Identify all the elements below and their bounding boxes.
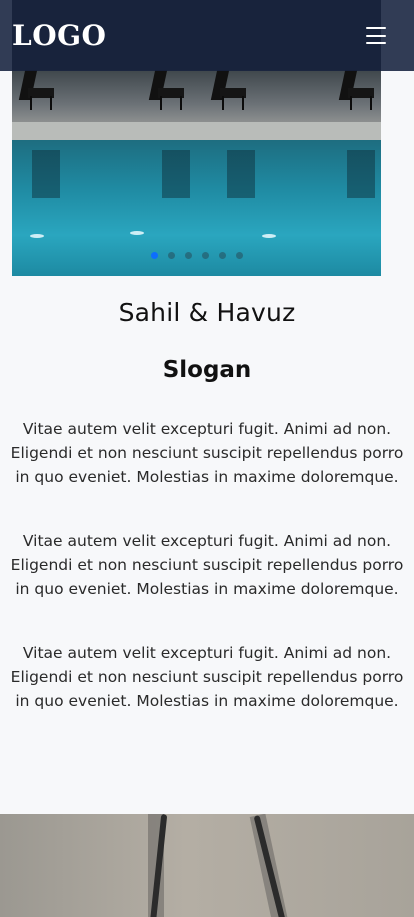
carousel-indicator[interactable] [235, 252, 243, 259]
reflection [227, 150, 255, 198]
carousel-indicator[interactable] [184, 252, 192, 259]
description-paragraph: Vitae autem velit excepturi fugit. Animi… [10, 644, 404, 710]
description-paragraph: Vitae autem velit excepturi fugit. Animi… [10, 420, 404, 486]
section-title: Sahil & Havuz [118, 298, 296, 327]
pool-edge [12, 122, 381, 140]
main-content: Sahil & Havuz Slogan Vitae autem velit e… [0, 276, 414, 713]
lounger-image [18, 70, 54, 110]
site-logo[interactable]: LOGO [12, 19, 106, 52]
lounger-image [210, 70, 246, 110]
reflection [162, 150, 190, 198]
pool-ladder-image [0, 814, 414, 917]
lounger-image [338, 70, 374, 110]
hamburger-menu-icon[interactable] [366, 27, 386, 44]
reflection [347, 150, 375, 198]
water-glint [30, 234, 44, 238]
carousel-indicator[interactable] [167, 252, 175, 259]
lounger-image [148, 70, 184, 110]
site-header: LOGO [0, 0, 414, 71]
carousel-indicators [150, 252, 243, 259]
section-slogan: Slogan [162, 357, 252, 383]
description-paragraph: Vitae autem velit excepturi fugit. Animi… [10, 532, 404, 598]
page: LOGO Sahil & Havuz Slogan Vitae autem ve… [0, 0, 414, 917]
water-glint [262, 234, 276, 238]
carousel-indicator[interactable] [150, 252, 158, 259]
carousel-indicator[interactable] [218, 252, 226, 259]
water-glint [130, 231, 144, 235]
reflection [32, 150, 60, 198]
carousel-image-deck [12, 70, 381, 122]
carousel-indicator[interactable] [201, 252, 209, 259]
